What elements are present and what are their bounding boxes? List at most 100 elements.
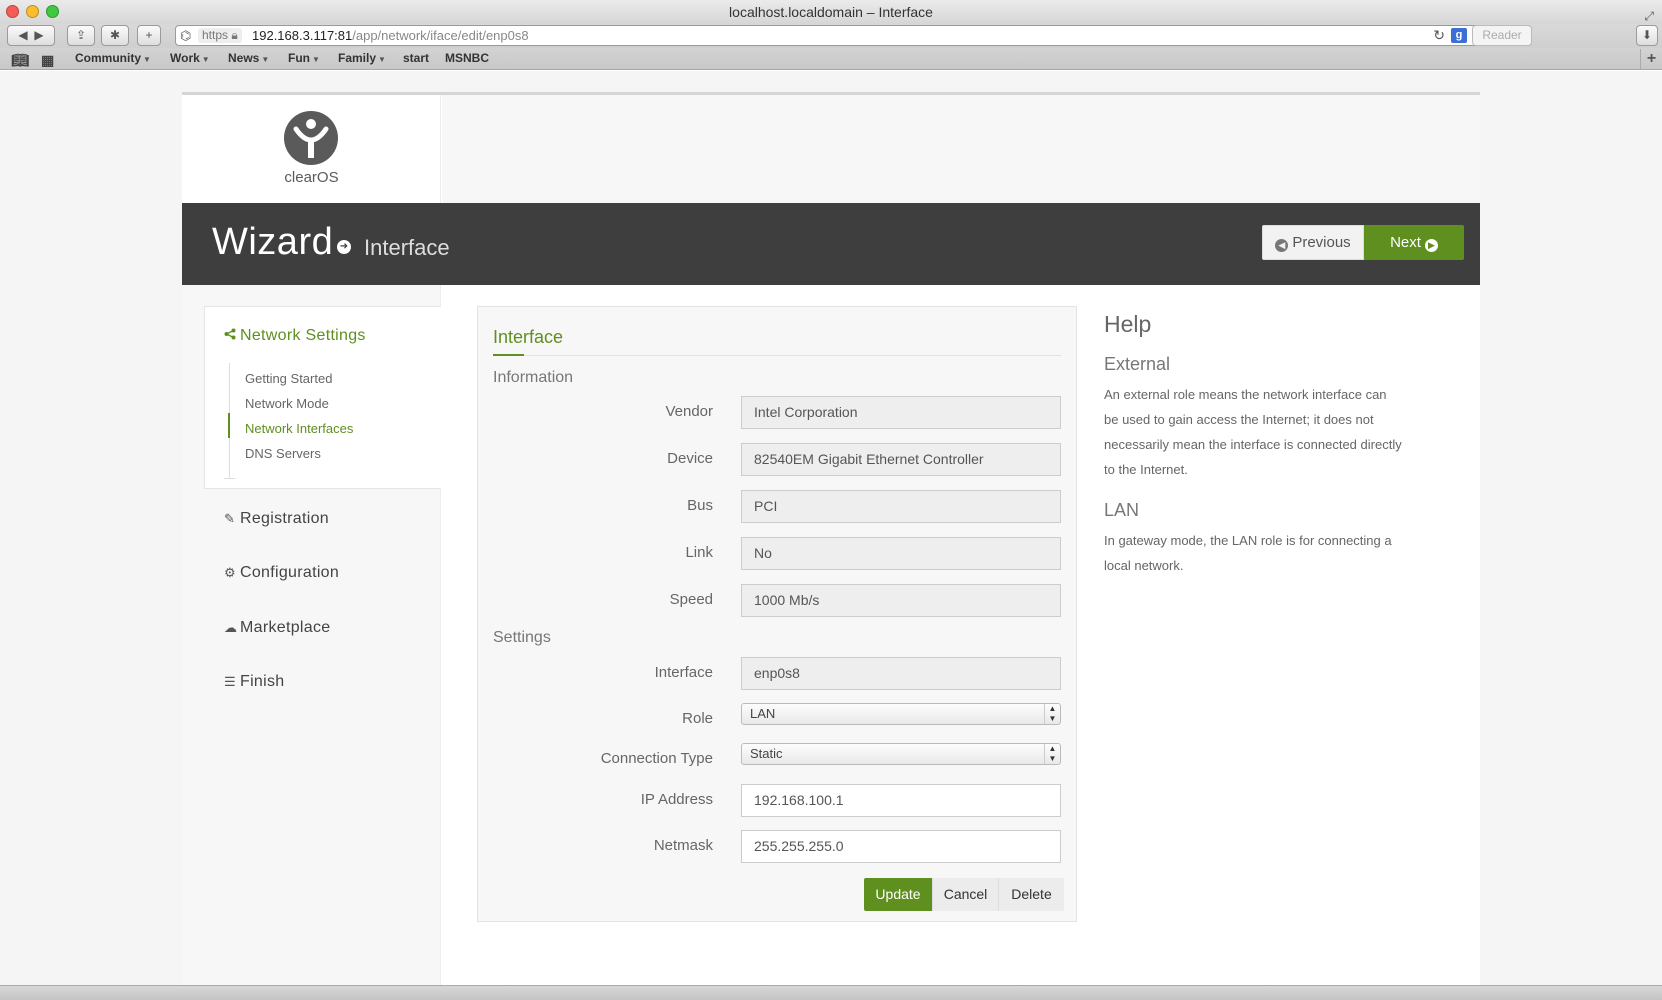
- sidebar-group-registration[interactable]: ✎ Registration: [224, 510, 329, 528]
- google-search-icon[interactable]: g: [1451, 28, 1467, 43]
- clearos-logo-icon: [284, 111, 338, 165]
- select-arrows-icon: ▲ ▼: [1044, 704, 1060, 724]
- page-content: clearOS Wizard ➜ Interface ◀ Previous Nex…: [0, 71, 1662, 988]
- wizard-card: clearOS Wizard ➜ Interface ◀ Previous Nex…: [182, 92, 1480, 988]
- site-icon: ⌬: [180, 28, 192, 43]
- role-select[interactable]: LAN ▲ ▼: [741, 703, 1061, 725]
- sidebar-tree-cap: [224, 478, 235, 479]
- bookmark-community[interactable]: Community ▼: [75, 48, 151, 70]
- previous-button[interactable]: ◀ Previous: [1262, 225, 1364, 260]
- window-controls: [6, 5, 59, 18]
- lock-icon: 🔒︎: [231, 28, 238, 42]
- speed-field: 1000 Mb/s: [741, 584, 1061, 617]
- chevron-down-icon: ▼: [378, 55, 386, 64]
- update-button[interactable]: Update: [864, 878, 932, 911]
- chevron-down-icon: ▼: [261, 55, 270, 64]
- form-actions: Update Cancel Delete: [864, 878, 1064, 911]
- logo-text: clearOS: [284, 169, 339, 186]
- logo-area: clearOS: [182, 95, 441, 203]
- interface-form: Interface Information Vendor Intel Corpo…: [477, 306, 1077, 922]
- address-bar[interactable]: ⌬ https 🔒︎ 192.168.3.117:81/app/network/…: [175, 25, 1532, 46]
- arrow-circle-right-icon: ➜: [337, 240, 351, 254]
- share-button[interactable]: ⇪: [67, 25, 95, 46]
- pencil-icon: ✎: [224, 511, 236, 526]
- extensions-button[interactable]: ✱: [101, 25, 129, 46]
- help-lan-heading: LAN: [1104, 500, 1140, 520]
- window-title: localhost.localdomain – Interface: [729, 4, 933, 20]
- bookmark-family[interactable]: Family ▼: [338, 48, 386, 70]
- help-title: Help: [1104, 311, 1152, 337]
- tasks-icon: ☰: [224, 674, 236, 689]
- help-external-heading: External: [1104, 354, 1171, 374]
- browser-status-bar: [0, 985, 1662, 1000]
- sidebar-group-finish[interactable]: ☰ Finish: [224, 673, 284, 691]
- bookmark-start[interactable]: start: [403, 48, 429, 69]
- connection-type-label: Connection Type: [600, 750, 713, 767]
- reload-icon[interactable]: ↻: [1433, 27, 1445, 44]
- plus-icon: +: [145, 28, 153, 42]
- forward-icon[interactable]: ▶: [34, 28, 43, 42]
- downloads-button[interactable]: ⬇: [1636, 25, 1658, 46]
- ip-address-input[interactable]: 192.168.100.1: [741, 784, 1061, 817]
- reader-button[interactable]: Reader: [1472, 25, 1532, 46]
- new-tab-button[interactable]: +: [137, 25, 161, 46]
- sidebar-item-getting-started[interactable]: Getting Started: [245, 371, 332, 386]
- bus-field: PCI: [741, 490, 1061, 523]
- add-bookmark-icon[interactable]: +: [1640, 49, 1662, 69]
- url-text[interactable]: 192.168.3.117:81/app/network/iface/edit/…: [252, 26, 529, 45]
- breadcrumb: Interface: [364, 235, 450, 260]
- sidebar-item-network-interfaces[interactable]: Network Interfaces: [245, 421, 353, 436]
- top-sites-icon[interactable]: ▦: [41, 50, 54, 71]
- sidebar-item-dns-servers[interactable]: DNS Servers: [245, 446, 321, 461]
- back-icon[interactable]: ◀: [18, 28, 27, 42]
- minimize-window-button[interactable]: [26, 5, 39, 18]
- device-field: 82540EM Gigabit Ethernet Controller: [741, 443, 1061, 476]
- bookmarks-bar: 📖︎ ▦ Community ▼ Work ▼ News ▼ Fun ▼ Family ▼…: [0, 48, 1662, 70]
- role-label: Role: [682, 710, 713, 727]
- next-button[interactable]: Next ▶: [1364, 225, 1464, 260]
- browser-toolbar: ◀ ▶ ⇪ ✱ + ⌬ https 🔒︎ 192.168.3.117:81/ap…: [0, 24, 1662, 48]
- delete-button[interactable]: Delete: [998, 878, 1064, 911]
- sidebar-group-marketplace[interactable]: ☁ Marketplace: [224, 619, 330, 637]
- connection-type-select[interactable]: Static ▲ ▼: [741, 743, 1061, 765]
- netmask-label: Netmask: [653, 837, 713, 854]
- active-item-marker: [228, 413, 230, 438]
- vendor-field: Intel Corporation: [741, 396, 1061, 429]
- sidebar-group-network-settings[interactable]: Network Settings: [224, 327, 366, 345]
- bookmark-work[interactable]: Work ▼: [170, 48, 210, 70]
- bookmark-news[interactable]: News ▼: [228, 48, 269, 70]
- help-external-text: An external role means the network inter…: [1104, 387, 1402, 477]
- select-arrows-icon: ▲ ▼: [1044, 744, 1060, 764]
- device-label: Device: [667, 450, 713, 467]
- bookmark-fun[interactable]: Fun ▼: [288, 48, 320, 70]
- reading-list-icon[interactable]: 📖︎: [11, 50, 29, 71]
- form-title: Interface: [493, 327, 564, 347]
- download-icon: ⬇: [1641, 28, 1653, 42]
- vendor-label: Vendor: [665, 403, 713, 420]
- netmask-input[interactable]: 255.255.255.0: [741, 830, 1061, 863]
- speed-label: Speed: [669, 591, 713, 608]
- bookmark-msnbc[interactable]: MSNBC: [445, 48, 489, 69]
- cancel-button[interactable]: Cancel: [932, 878, 998, 911]
- section-settings: Settings: [493, 629, 551, 646]
- share-icon: ⇪: [75, 28, 87, 42]
- page-title: Wizard: [212, 221, 334, 263]
- arrow-circle-left-icon: ◀: [1275, 239, 1289, 252]
- cloud-download-icon: ☁: [224, 620, 238, 635]
- https-badge: https 🔒︎: [198, 28, 242, 43]
- asterisk-icon: ✱: [109, 28, 121, 42]
- back-forward-buttons: ◀ ▶: [7, 25, 55, 46]
- ip-address-label: IP Address: [640, 791, 713, 808]
- header-area: [442, 95, 1480, 203]
- close-window-button[interactable]: [6, 5, 19, 18]
- zoom-window-button[interactable]: [46, 5, 59, 18]
- sidebar-group-configuration[interactable]: ⚙ Configuration: [224, 564, 339, 582]
- help-lan-text: In gateway mode, the LAN role is for con…: [1104, 533, 1392, 573]
- section-information: Information: [493, 369, 574, 386]
- wizard-banner: Wizard ➜ Interface ◀ Previous Next ▶: [182, 203, 1480, 285]
- window-titlebar: localhost.localdomain – Interface ⤢: [0, 0, 1662, 24]
- bus-label: Bus: [687, 497, 713, 514]
- sidebar-item-network-mode[interactable]: Network Mode: [245, 396, 329, 411]
- share-alt-icon: [224, 328, 240, 343]
- form-title-divider: [493, 355, 1061, 356]
